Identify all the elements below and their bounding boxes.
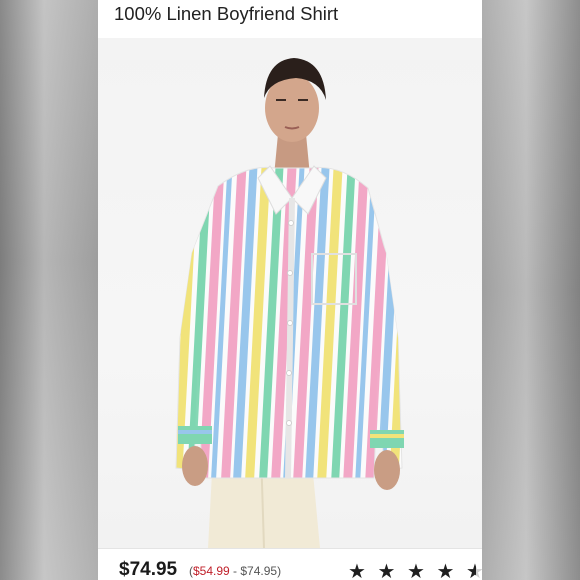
price-bar: $74.95 ($54.99 - $74.95) ★ ★ ★ ★ ★ — [98, 548, 482, 580]
star-icon: ★ — [348, 561, 369, 580]
sale-price: $54.99 — [193, 564, 230, 578]
half-star-icon: ★ — [466, 559, 482, 580]
price-range: ($54.99 - $74.95) — [189, 564, 281, 578]
model-illustration — [175, 58, 404, 548]
star-icon: ★ — [407, 561, 428, 580]
star-icon: ★ — [436, 561, 458, 580]
background-blur-left — [0, 0, 98, 580]
rating-stars[interactable]: ★ ★ ★ ★ ★ — [348, 559, 482, 580]
product-card: 100% Linen Boyfriend Shirt $74.95 ($54.9… — [98, 0, 482, 580]
product-title: 100% Linen Boyfriend Shirt — [114, 3, 339, 24]
current-price: $74.95 — [119, 559, 178, 580]
product-photo[interactable] — [98, 38, 482, 548]
background-blur-right — [482, 0, 580, 580]
star-icon: ★ — [377, 561, 399, 580]
range-rest: - $74.95) — [229, 564, 282, 578]
